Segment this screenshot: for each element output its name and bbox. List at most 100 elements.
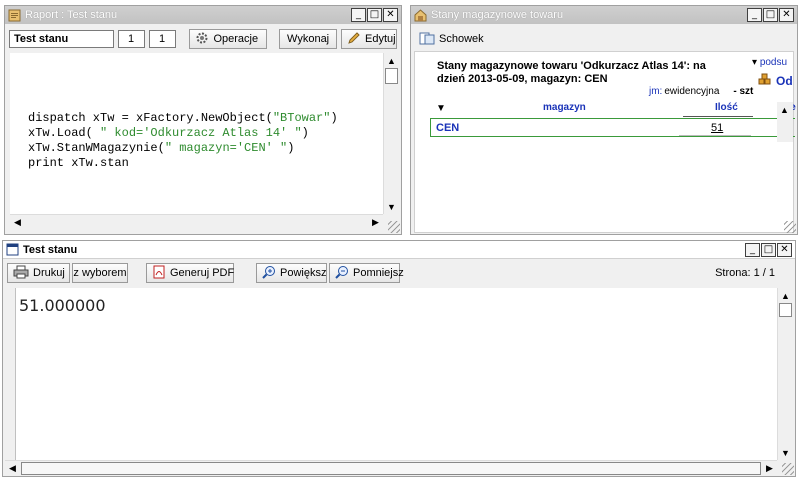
zoom-out-icon	[335, 265, 349, 282]
stany-content: Stany magazynowe towaru 'Odkurzacz Atlas…	[414, 51, 796, 233]
stany-heading: Stany magazynowe towaru 'Odkurzacz Atlas…	[437, 60, 706, 86]
stany-toolbar: Schowek	[416, 28, 797, 50]
code-line: dispatch xTw = xFactory.NewObject("BTowa…	[28, 111, 383, 126]
resize-grip[interactable]	[388, 221, 400, 233]
raport-titlebar[interactable]: Raport : Test stanu _ □ ✕	[5, 6, 401, 24]
unit-label: jm:	[649, 86, 663, 97]
report-output: 51.000000	[15, 288, 777, 460]
operations-button[interactable]: Operacje	[189, 29, 268, 49]
table-row[interactable]: CEN 51	[430, 118, 795, 137]
sort-icon[interactable]: ▼	[436, 103, 446, 114]
scroll-thumb[interactable]	[385, 68, 398, 84]
output-vertical-scrollbar[interactable]: ▲ ▼	[777, 288, 793, 460]
maximize-button[interactable]: □	[367, 8, 382, 22]
print-button[interactable]: Drukuj	[7, 263, 70, 283]
report-icon	[8, 9, 21, 22]
stany-title: Stany magazynowe towaru	[431, 9, 564, 21]
warehouse-icon	[414, 8, 427, 22]
pencil-icon	[347, 31, 361, 48]
generate-pdf-label: Generuj PDF	[170, 267, 235, 279]
page-from-field[interactable]: 1	[117, 30, 145, 48]
test-titlebar[interactable]: Test stanu _ □ ✕	[3, 241, 795, 259]
heading-line-2: dzień 2013-05-09, magazyn: CEN	[437, 73, 608, 85]
scroll-left-arrow[interactable]: ◀	[10, 215, 25, 230]
zoom-out-button[interactable]: Pomniejsz	[329, 263, 404, 283]
stany-window: Stany magazynowe towaru _ □ ✕ Schowek St…	[410, 5, 798, 235]
output-horizontal-scrollbar[interactable]: ◀ ▶	[5, 460, 777, 476]
zoom-in-label: Powiększ	[280, 267, 327, 279]
printer-icon	[13, 265, 29, 282]
goods-icon	[758, 72, 772, 89]
scroll-right-arrow[interactable]: ▶	[762, 461, 777, 476]
header-underline	[683, 116, 753, 117]
script-editor[interactable]: dispatch xTw = xFactory.NewObject("BTowa…	[10, 53, 383, 214]
code-line: xTw.StanWMagazynie(" magazyn='CEN' ")	[28, 141, 383, 156]
report-name-field[interactable]: Test stanu	[9, 30, 114, 48]
zoom-in-button[interactable]: Powiększ	[256, 263, 327, 283]
clipboard-label: Schowek	[439, 33, 484, 45]
unit-value: - szt	[733, 86, 754, 97]
stany-titlebar[interactable]: Stany magazynowe towaru _ □ ✕	[411, 6, 797, 24]
zoom-out-label: Pomniejsz	[353, 267, 404, 279]
page-to-field[interactable]: 1	[148, 30, 176, 48]
execute-button[interactable]: Wykonaj	[279, 29, 337, 49]
editor-horizontal-scrollbar[interactable]: ◀ ▶	[10, 214, 383, 230]
sum-link-label: podsu	[759, 57, 788, 68]
sum-link[interactable]: ▾ podsu	[752, 57, 787, 68]
code-text: print xTw.stan	[28, 156, 129, 170]
generate-pdf-button[interactable]: Generuj PDF	[146, 263, 234, 283]
editor-vertical-scrollbar[interactable]: ▲ ▼	[383, 53, 399, 214]
output-value: 51.000000	[19, 296, 106, 315]
col-header-ilosc[interactable]: Ilość	[715, 102, 738, 113]
minimize-button[interactable]: _	[747, 8, 762, 22]
edit-button[interactable]: Edytuj	[341, 29, 397, 49]
test-window: Test stanu _ □ ✕ Drukuj z wyborem Generu…	[2, 240, 796, 477]
maximize-button[interactable]: □	[763, 8, 778, 22]
unit-type[interactable]: ewidencyjna	[664, 86, 719, 97]
triangle-down-icon: ▾	[752, 57, 758, 68]
stany-vertical-scrollbar[interactable]: ▲	[777, 102, 793, 142]
scroll-down-arrow[interactable]: ▼	[384, 199, 399, 214]
row-divider	[679, 135, 751, 136]
execute-label: Wykonaj	[287, 33, 330, 45]
code-string-literal: "BTowar"	[272, 111, 331, 125]
close-button[interactable]: ✕	[779, 8, 794, 22]
table-header: ▼ magazyn Ilość Ce	[433, 102, 796, 117]
test-title: Test stanu	[23, 243, 78, 256]
code-text: dispatch xTw = xFactory.NewObject(	[28, 111, 273, 125]
scroll-up-arrow[interactable]: ▲	[384, 53, 399, 68]
pdf-icon	[152, 265, 166, 282]
cell-magazyn[interactable]: CEN	[436, 122, 459, 134]
close-button[interactable]: ✕	[383, 8, 398, 22]
cell-ilosc[interactable]: 51	[711, 122, 723, 134]
code-line: xTw.Load( " kod='Odkurzacz Atlas 14' ")	[28, 126, 383, 141]
raport-toolbar: Test stanu 1 1 Operacje Wykonaj Edytuj	[9, 28, 397, 50]
scroll-thumb[interactable]	[779, 303, 792, 317]
scroll-down-arrow[interactable]: ▼	[778, 445, 793, 460]
test-toolbar: Drukuj z wyborem Generuj PDF Powiększ Po…	[7, 261, 791, 285]
print-with-choice-button[interactable]: z wyborem	[72, 263, 128, 283]
col-header-magazyn[interactable]: magazyn	[543, 102, 586, 113]
window-icon	[6, 243, 19, 256]
clipboard-button[interactable]: Schowek	[416, 31, 487, 48]
code-string-literal: " magazyn='CEN' "	[164, 141, 288, 155]
resize-grip[interactable]	[782, 463, 794, 475]
scroll-left-arrow[interactable]: ◀	[5, 461, 20, 476]
maximize-button[interactable]: □	[761, 242, 776, 257]
resize-grip[interactable]	[784, 221, 796, 233]
operations-label: Operacje	[213, 33, 259, 45]
raport-title: Raport : Test stanu	[25, 9, 118, 21]
scroll-up-arrow[interactable]: ▲	[777, 102, 792, 117]
close-button[interactable]: ✕	[777, 242, 792, 257]
scroll-up-arrow[interactable]: ▲	[778, 288, 793, 303]
unit-row: jm: ewidencyjna - szt	[649, 86, 753, 97]
minimize-button[interactable]: _	[351, 8, 366, 22]
code-text: )	[301, 126, 309, 140]
minimize-button[interactable]: _	[745, 242, 760, 257]
scroll-right-arrow[interactable]: ▶	[368, 215, 383, 230]
goods-link[interactable]: Od	[758, 72, 793, 89]
h-scroll-thumb[interactable]	[21, 462, 761, 475]
gear-icon	[195, 31, 209, 48]
clipboard-icon	[419, 31, 435, 48]
edit-label: Edytuj	[365, 33, 396, 45]
